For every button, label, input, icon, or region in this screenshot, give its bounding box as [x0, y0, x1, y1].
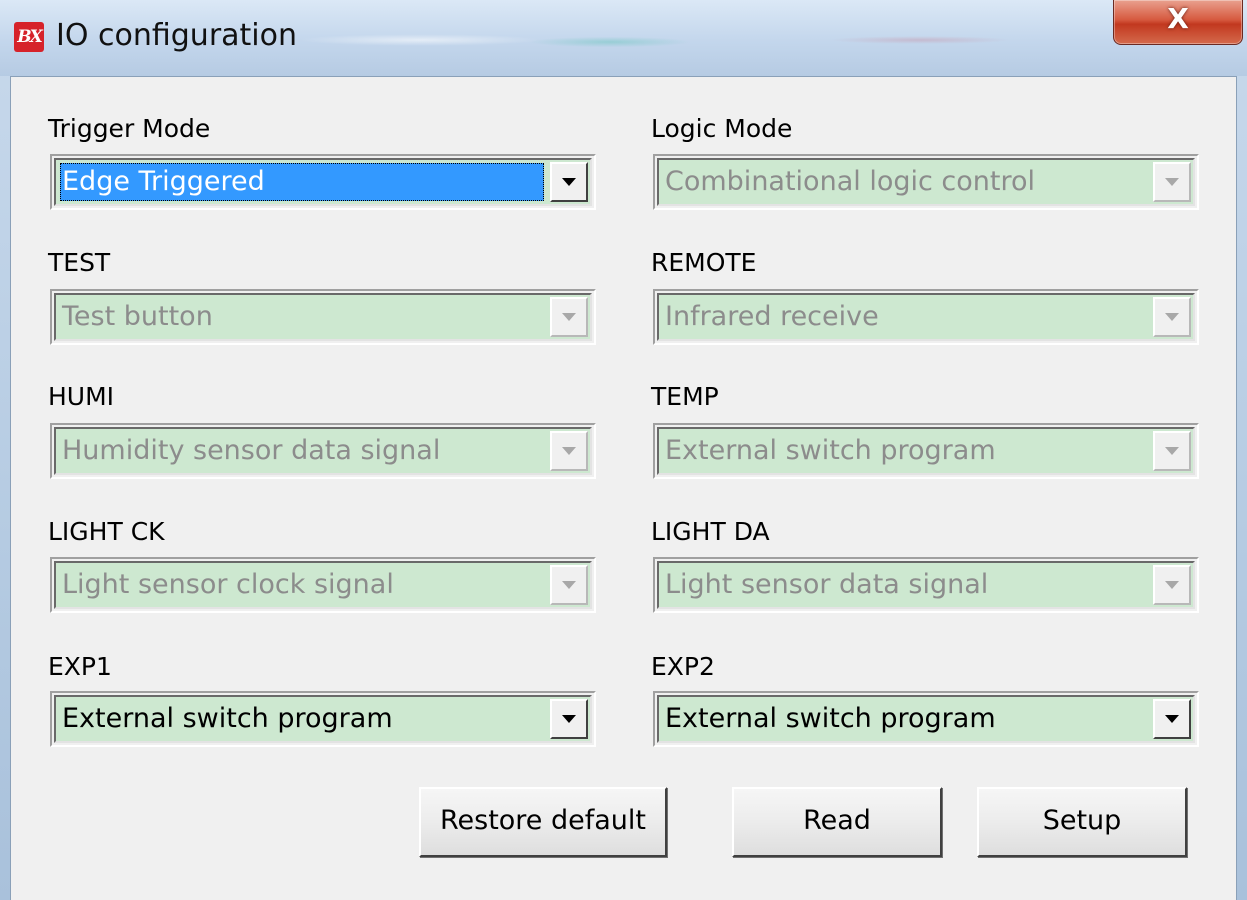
- dropdown-arrow-icon: [1165, 178, 1179, 186]
- trigger-mode-select[interactable]: Edge Triggered: [50, 154, 596, 210]
- light-ck-field: Light sensor clock signal: [54, 561, 592, 609]
- window-title: IO configuration: [56, 18, 297, 53]
- dropdown-arrow-icon: [1165, 313, 1179, 321]
- light-da-select: Light sensor data signal: [653, 557, 1199, 613]
- exp2-dropdown-button[interactable]: [1153, 699, 1191, 739]
- exp1-label: EXP1: [48, 652, 112, 681]
- dropdown-arrow-icon: [1165, 447, 1179, 455]
- remote-label: REMOTE: [651, 248, 757, 277]
- logic-mode-field: Combinational logic control: [657, 158, 1195, 206]
- dropdown-arrow-icon: [562, 313, 576, 321]
- close-icon: X: [1167, 2, 1189, 35]
- app-logo-icon: BX: [14, 22, 44, 52]
- trigger-mode-dropdown-button[interactable]: [550, 162, 588, 202]
- restore-default-button[interactable]: Restore default: [419, 787, 667, 857]
- remote-dropdown-button: [1153, 297, 1191, 337]
- trigger-mode-label: Trigger Mode: [48, 114, 211, 143]
- test-field: Test button: [54, 293, 592, 341]
- exp1-select[interactable]: External switch program: [50, 691, 596, 747]
- light-ck-select: Light sensor clock signal: [50, 557, 596, 613]
- dialog-client-area: Trigger Mode Edge Triggered Logic Mode C…: [10, 76, 1237, 900]
- read-button[interactable]: Read: [732, 787, 942, 857]
- title-bar[interactable]: BX IO configuration X: [0, 0, 1247, 76]
- temp-value: External switch program: [665, 435, 996, 466]
- temp-label: TEMP: [651, 382, 719, 411]
- temp-field: External switch program: [657, 427, 1195, 475]
- light-ck-value: Light sensor clock signal: [62, 569, 394, 600]
- light-ck-label: LIGHT CK: [48, 517, 165, 546]
- exp1-value: External switch program: [62, 703, 393, 734]
- logic-mode-select: Combinational logic control: [653, 154, 1199, 210]
- exp2-value: External switch program: [665, 703, 996, 734]
- exp1-field: External switch program: [54, 695, 592, 743]
- light-da-value: Light sensor data signal: [665, 569, 989, 600]
- trigger-mode-field: Edge Triggered: [54, 158, 592, 206]
- remote-select: Infrared receive: [653, 289, 1199, 345]
- temp-dropdown-button: [1153, 431, 1191, 471]
- humi-label: HUMI: [48, 382, 115, 411]
- setup-button[interactable]: Setup: [977, 787, 1187, 857]
- dropdown-arrow-icon: [562, 178, 576, 186]
- test-select: Test button: [50, 289, 596, 345]
- temp-select: External switch program: [653, 423, 1199, 479]
- logic-mode-value: Combinational logic control: [665, 166, 1035, 197]
- dropdown-arrow-icon: [562, 715, 576, 723]
- light-da-dropdown-button: [1153, 565, 1191, 605]
- remote-value: Infrared receive: [665, 301, 879, 332]
- dropdown-arrow-icon: [562, 581, 576, 589]
- test-dropdown-button: [550, 297, 588, 337]
- humi-select: Humidity sensor data signal: [50, 423, 596, 479]
- trigger-mode-value: Edge Triggered: [60, 163, 544, 201]
- exp1-dropdown-button[interactable]: [550, 699, 588, 739]
- exp2-select[interactable]: External switch program: [653, 691, 1199, 747]
- light-ck-dropdown-button: [550, 565, 588, 605]
- io-configuration-window: BX IO configuration X Trigger Mode Edge …: [0, 0, 1247, 900]
- exp2-field: External switch program: [657, 695, 1195, 743]
- dropdown-arrow-icon: [1165, 715, 1179, 723]
- light-da-label: LIGHT DA: [651, 517, 770, 546]
- exp2-label: EXP2: [651, 652, 715, 681]
- dropdown-arrow-icon: [1165, 581, 1179, 589]
- close-button[interactable]: X: [1113, 0, 1243, 45]
- humi-dropdown-button: [550, 431, 588, 471]
- humi-field: Humidity sensor data signal: [54, 427, 592, 475]
- light-da-field: Light sensor data signal: [657, 561, 1195, 609]
- test-label: TEST: [48, 248, 111, 277]
- humi-value: Humidity sensor data signal: [62, 435, 441, 466]
- logic-mode-label: Logic Mode: [651, 114, 793, 143]
- dropdown-arrow-icon: [562, 447, 576, 455]
- test-value: Test button: [62, 301, 213, 332]
- logic-mode-dropdown-button: [1153, 162, 1191, 202]
- remote-field: Infrared receive: [657, 293, 1195, 341]
